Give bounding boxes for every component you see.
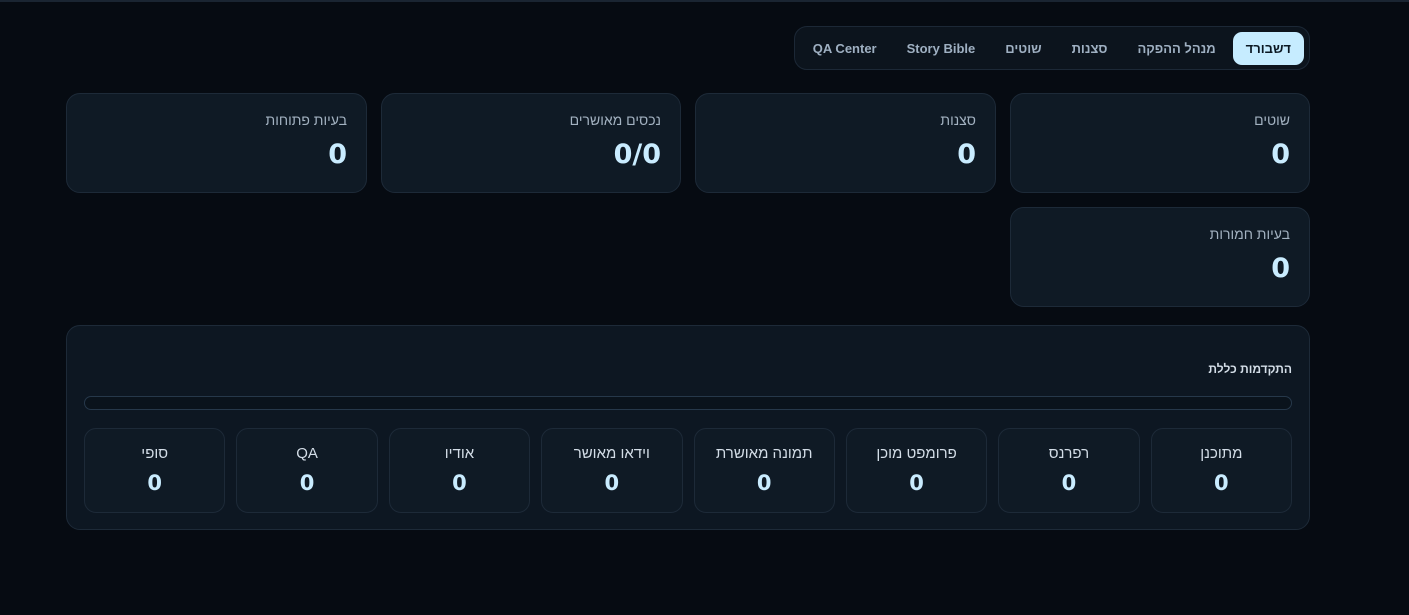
progress-title: התקדמות כללת: [1208, 362, 1292, 376]
top-border: [0, 0, 1409, 2]
tab-qa-center[interactable]: QA Center: [800, 32, 890, 65]
stat-value: 0/0: [613, 139, 661, 170]
stage-label: וידאו מאושר: [573, 445, 650, 462]
stat-card-scenes: סצנות 0: [695, 93, 996, 193]
stage-label: אודיו: [444, 445, 475, 462]
overall-progress-panel: התקדמות כללת מתוכנן 0 רפרנס 0 פרומפט מוכ…: [66, 325, 1310, 530]
stat-card-shots: שוטים 0: [1010, 93, 1310, 193]
stage-value: 0: [299, 471, 315, 495]
stat-value: 0: [1271, 253, 1290, 284]
stage-card-prompt-ready: פרומפט מוכן 0: [845, 428, 988, 513]
stat-card-severe-issues: בעיות חמורות 0: [1010, 207, 1310, 307]
tab-shots[interactable]: שוטים: [992, 32, 1054, 65]
stage-value: 0: [604, 471, 620, 495]
stage-value: 0: [1214, 471, 1229, 495]
stat-label: נכסים מאושרים: [569, 112, 661, 128]
stage-card-image-approved: תמונה מאושרת 0: [693, 428, 835, 513]
stage-label: סופי: [141, 445, 169, 462]
stage-value: 0: [147, 471, 162, 495]
stage-card-final: סופי 0: [84, 428, 226, 513]
progress-bar: [84, 396, 1292, 410]
stat-label: בעיות פתוחות: [265, 112, 347, 128]
tab-scenes[interactable]: סצנות: [1059, 32, 1121, 65]
pipeline-stages: מתוכנן 0 רפרנס 0 פרומפט מוכן 0 תמונה מאו…: [84, 428, 1292, 513]
stage-value: 0: [756, 471, 772, 495]
stat-value: 0: [1271, 139, 1290, 170]
stage-card-qa: QA 0: [236, 428, 378, 513]
stage-card-planned: מתוכנן 0: [1150, 428, 1292, 513]
stage-label: פרומפט מוכן: [876, 445, 957, 462]
tab-story-bible[interactable]: Story Bible: [894, 32, 989, 65]
stage-value: 0: [909, 471, 924, 495]
stat-card-open-issues: בעיות פתוחות 0: [66, 93, 367, 193]
tab-dashboard[interactable]: דשבורד: [1232, 31, 1304, 65]
stat-label: סצנות: [940, 112, 976, 128]
stage-card-audio: אודיו 0: [388, 428, 531, 513]
stat-value: 0: [957, 139, 976, 170]
stage-label: QA: [296, 445, 318, 462]
stage-value: 0: [452, 471, 467, 495]
stat-card-approved-assets: נכסים מאושרים 0/0: [381, 93, 681, 193]
stage-label: רפרנס: [1048, 445, 1090, 462]
stat-label: בעיות חמורות: [1209, 226, 1290, 242]
stage-label: מתוכנן: [1200, 445, 1243, 462]
stage-value: 0: [1061, 471, 1077, 495]
tab-production-manager[interactable]: מנהל ההפקה: [1124, 32, 1228, 65]
stage-card-video-approved: וידאו מאושר 0: [541, 428, 683, 513]
nav-tabs: דשבורד מנהל ההפקה סצנות שוטים Story Bibl…: [793, 26, 1310, 70]
stage-card-reference: רפרנס 0: [998, 428, 1140, 513]
stat-value: 0: [328, 139, 347, 170]
stage-label: תמונה מאושרת: [715, 445, 813, 462]
stat-label: שוטים: [1254, 112, 1290, 128]
